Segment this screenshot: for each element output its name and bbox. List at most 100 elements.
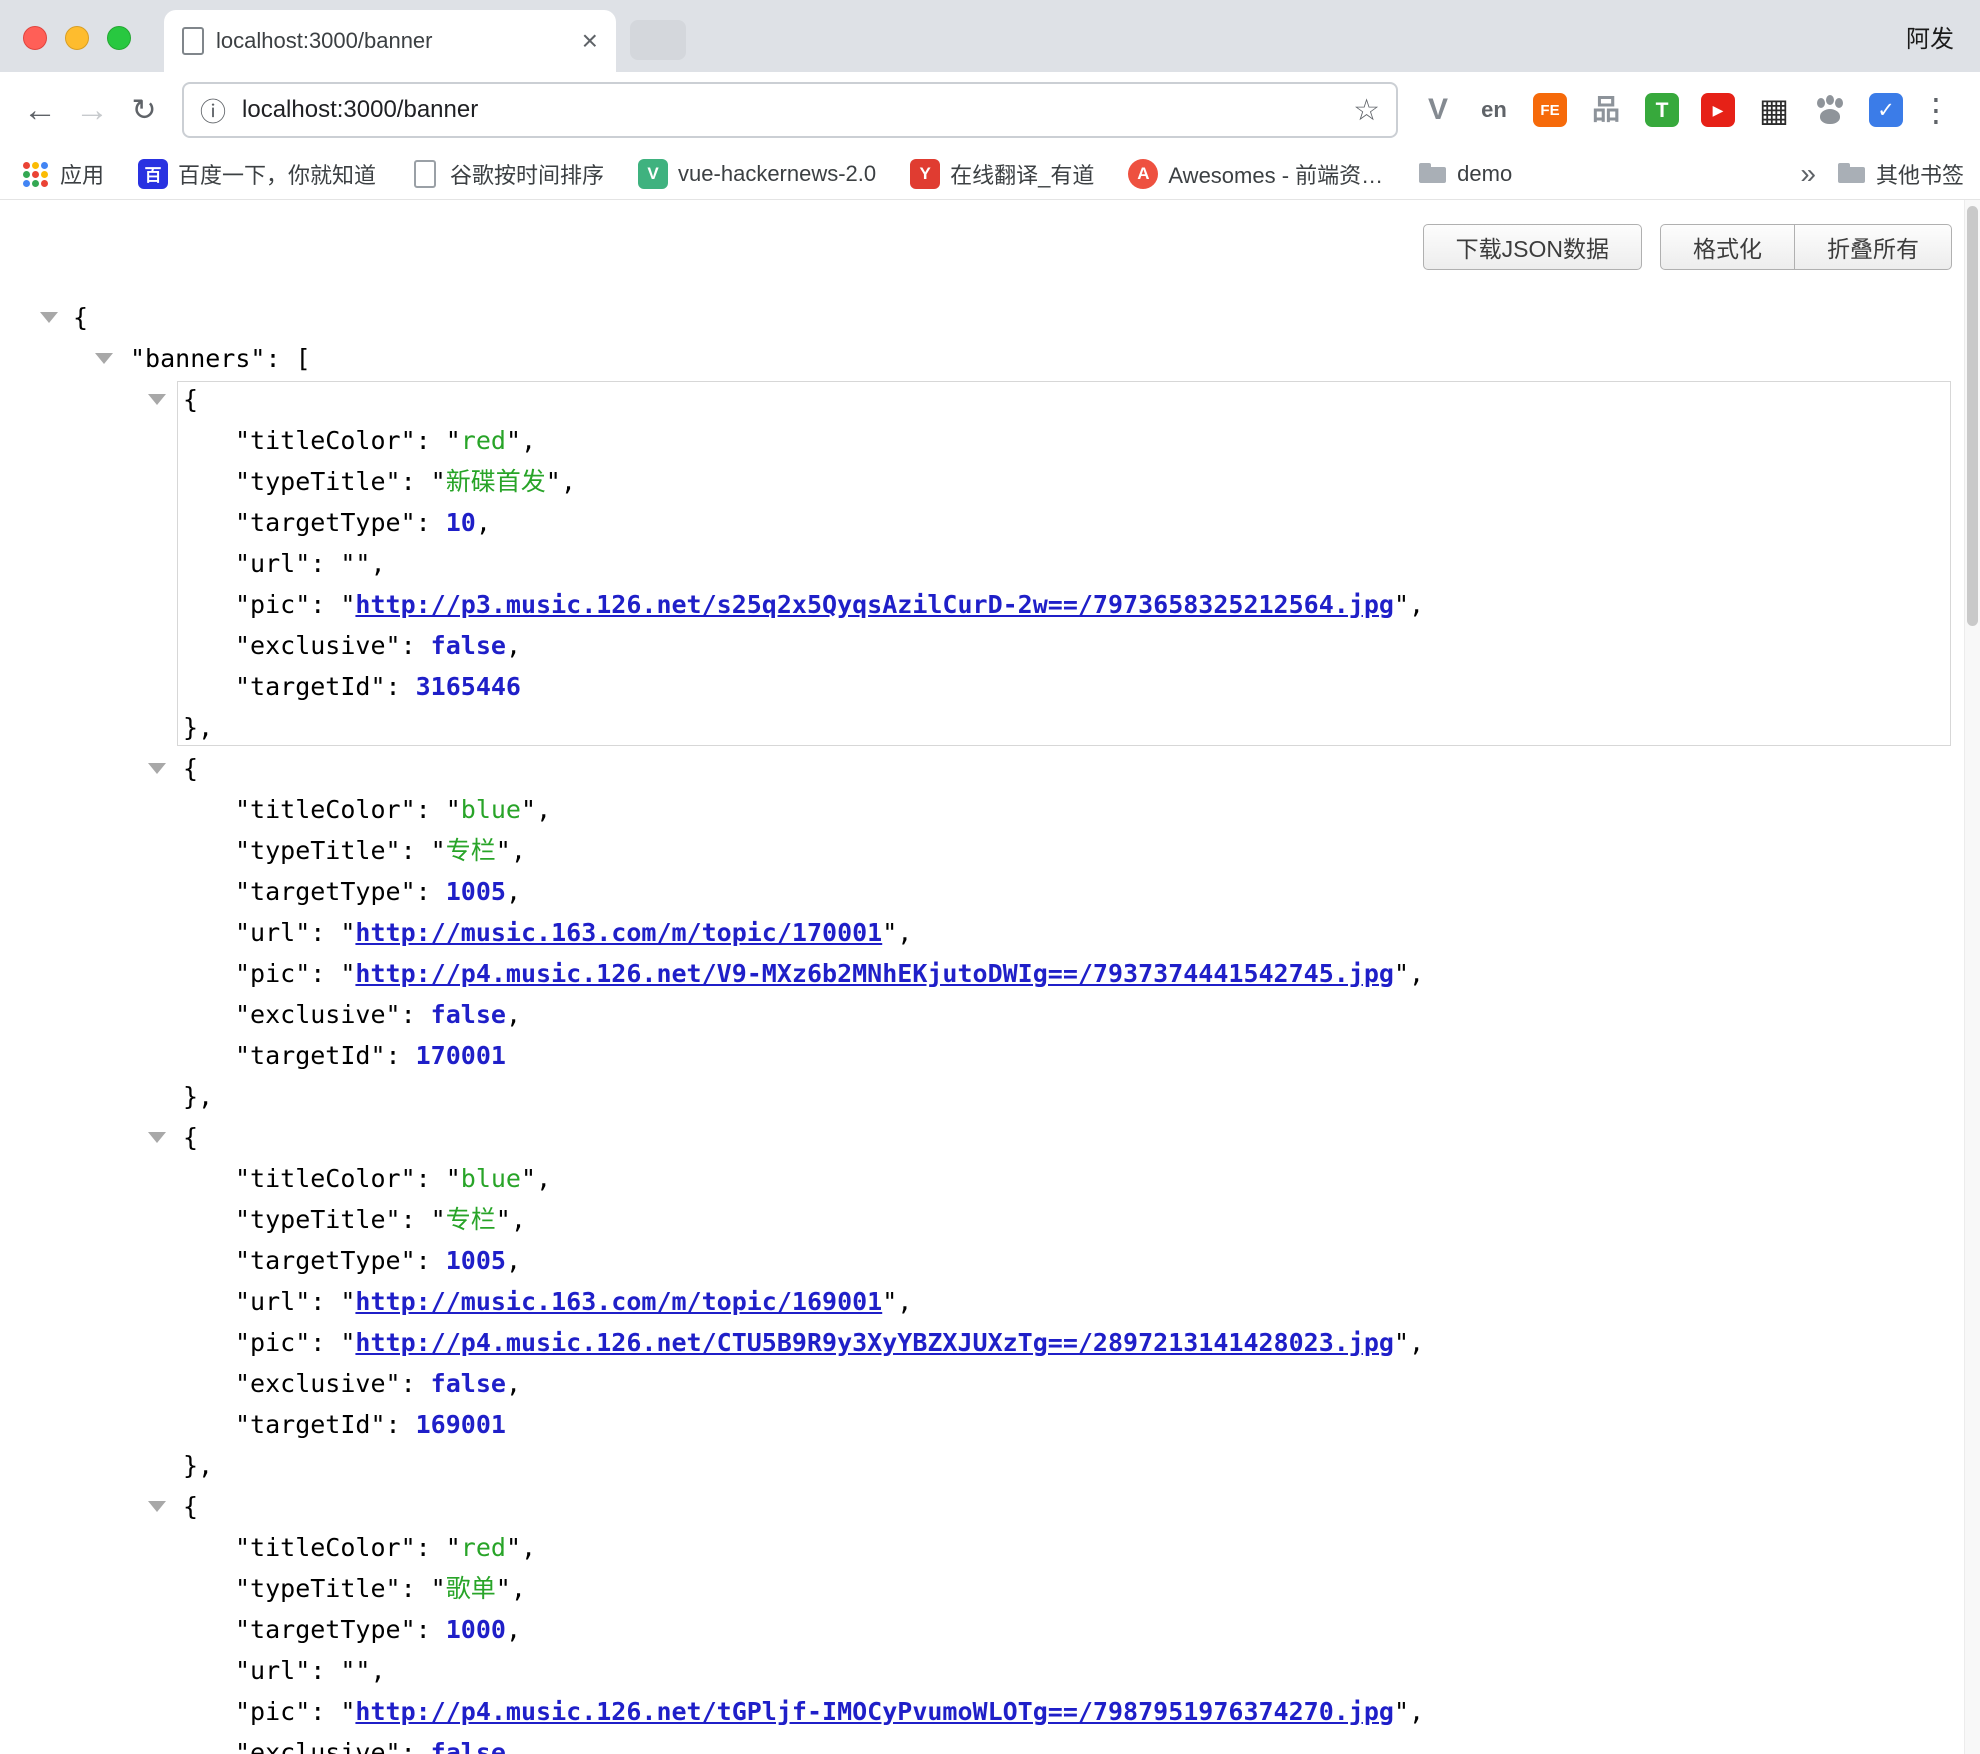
collapse-toggle-icon[interactable] (40, 312, 58, 323)
json-url-link[interactable]: http://p4.music.126.net/tGPljf-IMOCyPvum… (355, 1697, 1394, 1726)
bookmark-youdao[interactable]: Y在线翻译_有道 (910, 158, 1094, 190)
json-string-value: 专栏 (446, 1205, 496, 1234)
bookmark-label: 百度一下，你就知道 (178, 158, 376, 190)
bookmark-vue[interactable]: Vvue-hackernews-2.0 (638, 159, 876, 189)
json-line: "url": "http://music.163.com/m/topic/170… (0, 912, 1964, 953)
json-text: " (355, 1656, 370, 1685)
paw-extension-icon[interactable] (1808, 88, 1852, 132)
bookmarks-list: 应用 百百度一下，你就知道 谷歌按时间排序 Vvue-hackernews-2.0 Y在… (20, 158, 1512, 190)
json-string-value: 专栏 (446, 836, 496, 865)
format-button[interactable]: 格式化 (1660, 224, 1795, 270)
youtube-extension-icon[interactable]: ▶ (1696, 88, 1740, 132)
json-text: }, (183, 1082, 213, 1111)
new-tab-button[interactable] (630, 20, 686, 60)
json-line: }, (0, 1445, 1964, 1486)
browser-tab[interactable]: localhost:3000/banner × (164, 10, 616, 72)
json-url-link[interactable]: http://p4.music.126.net/V9-MXz6b2MNhEKju… (355, 959, 1394, 988)
json-key: "exclusive": (235, 1369, 431, 1398)
json-text: " (340, 590, 355, 619)
json-key: "targetType": (235, 877, 446, 906)
window-close-button[interactable] (23, 26, 47, 50)
window-minimize-button[interactable] (65, 26, 89, 50)
vimium-extension-icon[interactable]: V (1416, 88, 1460, 132)
sitemap-extension-icon[interactable]: 品 (1584, 88, 1628, 132)
json-text: , (506, 877, 521, 906)
scrollbar-thumb[interactable] (1967, 206, 1978, 626)
scrollbar[interactable] (1964, 200, 1980, 1754)
json-string-value: blue (461, 1164, 521, 1193)
json-text: , (506, 1615, 521, 1644)
json-number-value: 1000 (446, 1615, 506, 1644)
collapse-toggle-icon[interactable] (148, 1132, 166, 1143)
collapse-toggle-icon[interactable] (95, 353, 113, 364)
json-text: " (496, 836, 511, 865)
json-boolean-value: false (431, 1000, 506, 1029)
bookmarks-overflow-chevron[interactable]: » (1780, 158, 1836, 190)
page-info-icon[interactable]: ⓘ (200, 92, 226, 129)
shield-check-extension-icon[interactable]: ✓ (1864, 88, 1908, 132)
bookmark-folder[interactable]: demo (1417, 159, 1512, 189)
translate-en-extension-icon[interactable]: en (1472, 88, 1516, 132)
json-url-link[interactable]: http://music.163.com/m/topic/169001 (355, 1287, 882, 1316)
json-key: "exclusive": (235, 631, 431, 660)
bookmark-baidu[interactable]: 百百度一下，你就知道 (138, 158, 376, 190)
json-key: "typeTitle": (235, 836, 431, 865)
json-text: , (536, 795, 551, 824)
json-key: "pic": (235, 590, 340, 619)
json-text: { (183, 1492, 198, 1521)
bookmarks-bar: 应用 百百度一下，你就知道 谷歌按时间排序 Vvue-hackernews-2.0 Y在… (0, 148, 1980, 200)
bookmark-awesomes[interactable]: AAwesomes - 前端资… (1128, 158, 1383, 190)
json-text: , (1409, 959, 1424, 988)
json-url-link[interactable]: http://p4.music.126.net/CTU5B9R9y3XyYBZX… (355, 1328, 1394, 1357)
json-text: " (1394, 959, 1409, 988)
json-viewer: {"banners": [{"titleColor": "red","typeT… (0, 297, 1964, 1754)
json-text: " (506, 426, 521, 455)
tab-close-icon[interactable]: × (582, 27, 598, 55)
tampermonkey-extension-icon[interactable]: T (1640, 88, 1684, 132)
tab-title: localhost:3000/banner (216, 28, 570, 54)
bookmark-star-icon[interactable]: ☆ (1353, 93, 1380, 128)
collapse-toggle-icon[interactable] (148, 763, 166, 774)
json-boolean-value: false (431, 631, 506, 660)
fe-extension-icon[interactable]: FE (1528, 88, 1572, 132)
collapse-toggle-icon[interactable] (148, 394, 166, 405)
json-line: "exclusive": false, (0, 625, 1964, 666)
folder-icon (1836, 159, 1866, 189)
download-json-button[interactable]: 下载JSON数据 (1423, 224, 1642, 270)
json-key: "typeTitle": (235, 467, 431, 496)
json-key: "targetId": (235, 672, 416, 701)
json-text: , (506, 1246, 521, 1275)
page-content: 下载JSON数据 格式化 折叠所有 {"banners": [{"titleCo… (0, 200, 1980, 1754)
json-text: , (897, 1287, 912, 1316)
page-actions: 下载JSON数据 格式化 折叠所有 (1423, 224, 1952, 270)
json-object: {"titleColor": "blue","typeTitle": "专栏",… (0, 1117, 1964, 1486)
json-key: "url": (235, 549, 340, 578)
qrcode-extension-icon[interactable]: ▦ (1752, 88, 1796, 132)
bookmark-label: 应用 (60, 158, 104, 190)
bookmark-apps[interactable]: 应用 (20, 158, 104, 190)
json-string-value: red (461, 426, 506, 455)
collapse-all-button[interactable]: 折叠所有 (1794, 224, 1952, 270)
json-line: "url": "", (0, 543, 1964, 584)
address-bar[interactable]: ⓘ localhost:3000/banner ☆ (182, 82, 1398, 138)
forward-button[interactable]: → (66, 91, 118, 130)
json-text: , (1409, 590, 1424, 619)
json-key: "titleColor": (235, 795, 446, 824)
json-text: , (521, 1533, 536, 1562)
profile-name: 阿发 (1906, 19, 1954, 54)
bookmark-page[interactable]: 谷歌按时间排序 (410, 158, 604, 190)
json-key: "exclusive": (235, 1738, 431, 1754)
json-key: "typeTitle": (235, 1574, 431, 1603)
json-key: "url": (235, 1656, 340, 1685)
other-bookmarks[interactable]: 其他书签 (1836, 158, 1964, 190)
json-text: , (370, 1656, 385, 1685)
json-url-link[interactable]: http://p3.music.126.net/s25q2x5QyqsAzilC… (355, 590, 1394, 619)
bookmark-label: Awesomes - 前端资… (1168, 158, 1383, 190)
reload-button[interactable]: ↻ (118, 93, 170, 128)
browser-menu-icon[interactable]: ⋮ (1916, 91, 1956, 129)
window-zoom-button[interactable] (107, 26, 131, 50)
json-url-link[interactable]: http://music.163.com/m/topic/170001 (355, 918, 882, 947)
collapse-toggle-icon[interactable] (148, 1501, 166, 1512)
json-line: "typeTitle": "歌单", (0, 1568, 1964, 1609)
back-button[interactable]: ← (14, 91, 66, 130)
